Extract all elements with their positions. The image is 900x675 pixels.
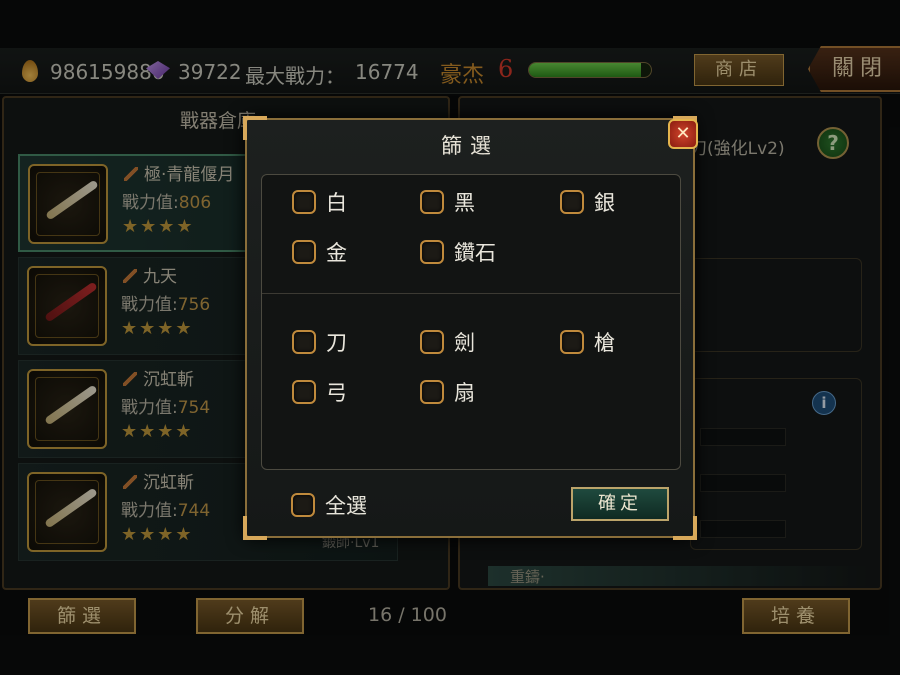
checkbox[interactable] (420, 380, 444, 404)
option-label: 黑 (454, 191, 475, 215)
corner-ornament (673, 516, 697, 540)
option-label: 弓 (326, 381, 347, 405)
checkbox[interactable] (292, 240, 316, 264)
option-label: 刀 (326, 331, 347, 355)
filter-option-fan[interactable]: 扇 (420, 377, 475, 407)
checkbox[interactable] (292, 330, 316, 354)
select-all-option[interactable]: 全選 (291, 490, 367, 520)
confirm-button[interactable]: 確定 (571, 487, 669, 521)
option-label: 扇 (454, 381, 475, 405)
option-label: 鑽石 (454, 241, 496, 265)
divider (262, 293, 680, 294)
filter-dialog: 篩選 ✕ 白 黑 銀 金 鑽石 刀 劍 槍 弓 扇 全選 確定 (243, 116, 698, 540)
checkbox[interactable] (420, 330, 444, 354)
option-label: 金 (326, 241, 347, 265)
filter-option-sword[interactable]: 劍 (420, 327, 475, 357)
checkbox[interactable] (291, 493, 315, 517)
checkbox[interactable] (292, 380, 316, 404)
dialog-title: 篩選 (441, 134, 499, 158)
option-label: 銀 (594, 191, 615, 215)
filter-option-white[interactable]: 白 (292, 187, 347, 217)
checkbox[interactable] (560, 190, 584, 214)
filter-option-silver[interactable]: 銀 (560, 187, 615, 217)
checkbox[interactable] (292, 190, 316, 214)
dialog-close-button[interactable]: ✕ (668, 119, 698, 149)
filter-options-panel: 白 黑 銀 金 鑽石 刀 劍 槍 弓 扇 (261, 174, 681, 470)
option-label: 劍 (454, 331, 475, 355)
checkbox[interactable] (560, 330, 584, 354)
option-label: 白 (326, 191, 347, 215)
corner-ornament (243, 516, 267, 540)
filter-option-blade[interactable]: 刀 (292, 327, 347, 357)
filter-option-gold[interactable]: 金 (292, 237, 347, 267)
checkbox[interactable] (420, 190, 444, 214)
option-label: 槍 (594, 331, 615, 355)
filter-option-diamond[interactable]: 鑽石 (420, 237, 496, 267)
checkbox[interactable] (420, 240, 444, 264)
filter-option-spear[interactable]: 槍 (560, 327, 615, 357)
filter-option-bow[interactable]: 弓 (292, 377, 347, 407)
filter-option-black[interactable]: 黑 (420, 187, 475, 217)
option-label: 全選 (325, 494, 367, 518)
